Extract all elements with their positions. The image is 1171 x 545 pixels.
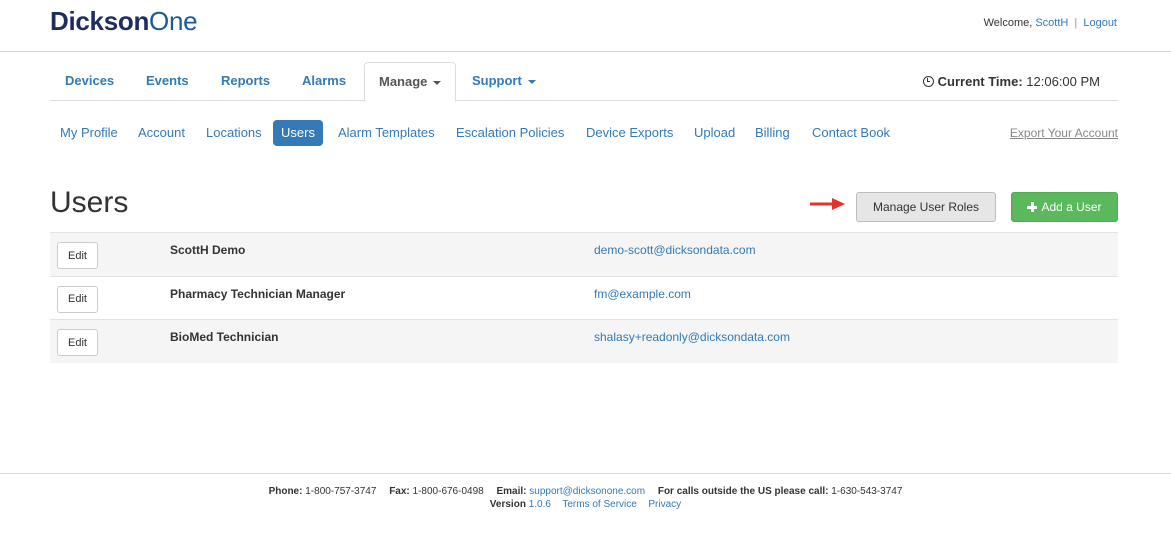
current-time-value: 12:06:00 PM xyxy=(1026,74,1100,89)
manage-sub-nav: My Profile Account Locations Users Alarm… xyxy=(50,120,1118,146)
edit-user-button[interactable]: Edit xyxy=(57,242,98,269)
footer-contact-line: Phone: 1-800-757-3747 Fax: 1-800-676-049… xyxy=(0,486,1171,497)
user-email-link[interactable]: fm@example.com xyxy=(594,287,691,301)
manage-user-roles-button[interactable]: Manage User Roles xyxy=(856,192,996,222)
edit-user-button[interactable]: Edit xyxy=(57,329,98,356)
subnav-billing[interactable]: Billing xyxy=(755,120,790,146)
welcome-text: Welcome, xyxy=(983,17,1033,29)
subnav-upload[interactable]: Upload xyxy=(694,120,735,146)
user-name: ScottH Demo xyxy=(170,243,246,257)
caret-down-icon xyxy=(527,79,536,84)
footer-fax: 1-800-676-0498 xyxy=(412,486,484,497)
subnav-account[interactable]: Account xyxy=(138,120,185,146)
tab-devices[interactable]: Devices xyxy=(65,62,114,101)
user-email-link[interactable]: shalasy+readonly@dicksondata.com xyxy=(594,330,790,344)
annotation-arrow-icon xyxy=(810,198,845,210)
logout-link[interactable]: Logout xyxy=(1083,17,1117,29)
current-time-label: Current Time: xyxy=(937,74,1023,89)
user-email-link[interactable]: demo-scott@dicksondata.com xyxy=(594,243,756,257)
footer-email-label: Email: xyxy=(496,486,527,497)
footer-version-line: Version 1.0.6 Terms of Service Privacy xyxy=(0,499,1171,510)
subnav-escalation-policies[interactable]: Escalation Policies xyxy=(456,120,564,146)
tab-alarms[interactable]: Alarms xyxy=(302,62,346,101)
tab-manage-label: Manage xyxy=(379,74,428,89)
main-nav: Devices Events Reports Alarms Manage Sup… xyxy=(50,62,1118,102)
table-row: Edit Pharmacy Technician Manager fm@exam… xyxy=(50,275,1118,319)
tab-support[interactable]: Support xyxy=(472,62,536,101)
export-account-link[interactable]: Export Your Account xyxy=(1010,120,1118,146)
clock-icon xyxy=(922,76,934,87)
logo-light-text: One xyxy=(149,6,198,36)
subnav-device-exports[interactable]: Device Exports xyxy=(586,120,673,146)
tab-manage[interactable]: Manage xyxy=(364,62,457,102)
edit-user-button[interactable]: Edit xyxy=(57,285,98,313)
subnav-my-profile[interactable]: My Profile xyxy=(60,120,118,146)
footer-phone: 1-800-757-3747 xyxy=(305,486,377,497)
plus-icon xyxy=(1027,202,1038,212)
add-user-label: Add a User xyxy=(1041,200,1102,214)
top-header: DicksonOne Welcome, ScottH | Logout xyxy=(0,0,1171,52)
subnav-alarm-templates[interactable]: Alarm Templates xyxy=(338,120,435,146)
welcome-separator: | xyxy=(1074,17,1078,29)
table-row: Edit ScottH Demo demo-scott@dicksondata.… xyxy=(50,232,1118,276)
current-time: Current Time: 12:06:00 PM xyxy=(922,74,1100,89)
footer-version-label: Version xyxy=(489,499,526,510)
tab-events[interactable]: Events xyxy=(146,62,189,101)
logo-bold-text: Dickson xyxy=(50,6,150,36)
footer-phone-label: Phone: xyxy=(268,486,303,497)
users-table: Edit ScottH Demo demo-scott@dicksondata.… xyxy=(50,232,1118,363)
table-row: Edit BioMed Technician shalasy+readonly@… xyxy=(50,319,1118,363)
welcome-bar: Welcome, ScottH | Logout xyxy=(984,17,1117,29)
user-name: BioMed Technician xyxy=(170,330,279,344)
subnav-users[interactable]: Users xyxy=(273,120,323,146)
add-user-button[interactable]: Add a User xyxy=(1011,192,1118,222)
footer-intl-label: For calls outside the US please call: xyxy=(657,486,829,497)
footer-version-link[interactable]: 1.0.6 xyxy=(529,499,551,510)
user-profile-link[interactable]: ScottH xyxy=(1035,17,1068,29)
footer-intl-phone: 1-630-543-3747 xyxy=(831,486,903,497)
dicksonone-logo[interactable]: DicksonOne xyxy=(50,6,198,37)
footer-fax-label: Fax: xyxy=(389,486,410,497)
footer-privacy-link[interactable]: Privacy xyxy=(648,499,681,510)
user-name: Pharmacy Technician Manager xyxy=(170,286,346,301)
subnav-locations[interactable]: Locations xyxy=(206,120,262,146)
subnav-contact-book[interactable]: Contact Book xyxy=(812,120,890,146)
caret-down-icon xyxy=(433,80,442,85)
page-title: Users xyxy=(50,186,129,219)
tab-support-label: Support xyxy=(472,73,522,88)
page-footer: Phone: 1-800-757-3747 Fax: 1-800-676-049… xyxy=(0,473,1171,545)
footer-terms-link[interactable]: Terms of Service xyxy=(562,499,636,510)
footer-email-link[interactable]: support@dicksonone.com xyxy=(529,486,645,497)
tab-reports[interactable]: Reports xyxy=(221,62,270,101)
